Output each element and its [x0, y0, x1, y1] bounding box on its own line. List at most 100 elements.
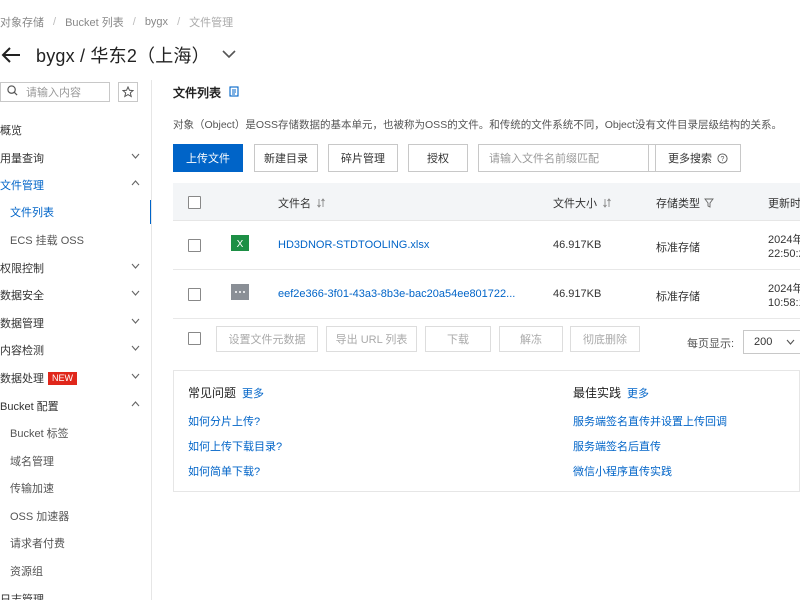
sidebar-item-data-security[interactable]: 数据安全 — [0, 284, 150, 306]
sidebar-item-data-management[interactable]: 数据管理 — [0, 312, 150, 334]
more-search-button[interactable]: 更多搜索 ? — [655, 144, 741, 172]
faq-title: 常见问题 — [188, 386, 237, 400]
sidebar-item-label: 用量查询 — [0, 153, 44, 165]
sidebar-item-bucket-tags[interactable]: Bucket 标签 — [0, 422, 150, 444]
breadcrumb-item-bucket-list[interactable]: Bucket 列表 — [65, 14, 124, 30]
page-header: bygx / 华东2（上海） — [0, 42, 236, 68]
row-checkbox[interactable] — [188, 288, 201, 301]
sidebar-item-file-list[interactable]: 文件列表 — [0, 201, 150, 223]
updated-time: 22:50:2 — [768, 248, 800, 260]
best-practice-more-link[interactable]: 更多 — [627, 385, 649, 401]
breadcrumb: 对象存储 / Bucket 列表 / bygx / 文件管理 — [0, 14, 233, 30]
breadcrumb-separator: / — [53, 16, 57, 28]
page-size-value: 200 — [754, 336, 773, 348]
sidebar-item-log-management[interactable]: 日志管理 — [0, 588, 150, 600]
sidebar-item-label: 数据管理 — [0, 318, 44, 330]
sidebar: 请输入内容 概览 用量查询 文件管理 文件列表 ECS 挂载 OSS 权限控制 … — [0, 80, 152, 600]
best-practice-link[interactable]: 服务端签名直传并设置上传回调 — [573, 413, 727, 429]
column-header-updated[interactable]: 更新时 — [768, 195, 800, 211]
sort-icon — [317, 198, 325, 208]
chevron-up-icon — [131, 180, 140, 186]
table-row[interactable]: eef2e366-3f01-43a3-8b3e-bac20a54ee801722… — [173, 270, 800, 319]
file-search-input[interactable]: 请输入文件名前缀匹配 — [478, 144, 649, 172]
sidebar-item-label: 日志管理 — [0, 594, 44, 600]
sidebar-item-overview[interactable]: 概览 — [0, 119, 150, 141]
chevron-down-icon — [131, 263, 140, 269]
new-directory-button[interactable]: 新建目录 — [254, 144, 318, 172]
upload-button[interactable]: 上传文件 — [173, 144, 243, 172]
export-url-button[interactable]: 导出 URL 列表 — [326, 326, 417, 352]
table-header: 文件名 文件大小 存储类型 更新时 — [173, 183, 800, 221]
sidebar-item-domain[interactable]: 域名管理 — [0, 450, 150, 472]
star-icon[interactable] — [118, 82, 138, 102]
page-title: bygx / 华东2（上海） — [36, 46, 210, 66]
faq-link[interactable]: 如何上传下载目录? — [188, 438, 282, 454]
batch-select-checkbox[interactable] — [188, 332, 201, 345]
sidebar-item-requester-pays[interactable]: 请求者付费 — [0, 532, 150, 554]
faq-more-link[interactable]: 更多 — [242, 385, 264, 401]
section-title-text: 文件列表 — [173, 86, 222, 100]
sidebar-item-label: ECS 挂载 OSS — [10, 235, 84, 247]
breadcrumb-separator: / — [177, 16, 181, 28]
set-metadata-button[interactable]: 设置文件元数据 — [216, 326, 318, 352]
authorize-button[interactable]: 授权 — [408, 144, 468, 172]
sidebar-item-label: 文件列表 — [10, 207, 54, 219]
download-button[interactable]: 下载 — [425, 326, 491, 352]
sidebar-search-input[interactable]: 请输入内容 — [0, 82, 110, 102]
breadcrumb-item-bucket[interactable]: bygx — [145, 16, 168, 28]
updated-date: 2024年 — [768, 234, 800, 246]
breadcrumb-item-oss[interactable]: 对象存储 — [0, 14, 44, 30]
more-search-label: 更多搜索 — [668, 153, 712, 165]
sidebar-item-usage[interactable]: 用量查询 — [0, 147, 150, 169]
sidebar-item-label: Bucket 配置 — [0, 401, 59, 413]
chevron-down-icon — [131, 153, 140, 159]
file-search-placeholder: 请输入文件名前缀匹配 — [489, 153, 599, 165]
file-name-link[interactable]: eef2e366-3f01-43a3-8b3e-bac20a54ee801722… — [278, 288, 515, 300]
column-header-size[interactable]: 文件大小 — [553, 195, 611, 211]
sidebar-item-file-management[interactable]: 文件管理 — [0, 174, 150, 196]
delete-button[interactable]: 彻底删除 — [570, 326, 640, 352]
row-checkbox[interactable] — [188, 239, 201, 252]
file-name-link[interactable]: HD3DNOR-STDTOOLING.xlsx — [278, 239, 429, 251]
sidebar-item-data-processing[interactable]: 数据处理 NEW — [0, 367, 150, 389]
fragment-management-button[interactable]: 碎片管理 — [328, 144, 398, 172]
generic-file-icon — [231, 284, 249, 300]
sidebar-item-label: 数据安全 — [0, 290, 44, 302]
sidebar-item-ecs-mount[interactable]: ECS 挂载 OSS — [0, 229, 150, 251]
unfreeze-button[interactable]: 解冻 — [499, 326, 563, 352]
active-indicator — [150, 200, 151, 224]
best-practice-link[interactable]: 微信小程序直传实践 — [573, 463, 672, 479]
select-all-checkbox[interactable] — [188, 196, 201, 209]
document-icon[interactable] — [229, 85, 239, 100]
chevron-down-icon[interactable] — [222, 49, 236, 62]
page-size-select[interactable]: 200 — [743, 330, 800, 354]
sidebar-item-content-detection[interactable]: 内容检测 — [0, 339, 150, 361]
help-panel: 常见问题 更多 如何分片上传? 如何上传下载目录? 如何简单下载? 最佳实践 更… — [173, 370, 800, 492]
sidebar-item-transfer-accel[interactable]: 传输加速 — [0, 477, 150, 499]
sidebar-item-access-control[interactable]: 权限控制 — [0, 257, 150, 279]
best-practice-title: 最佳实践 — [573, 386, 622, 400]
updated-time: 10:58:1 — [768, 297, 800, 309]
sidebar-search-placeholder: 请输入内容 — [26, 87, 81, 99]
back-arrow-icon[interactable] — [0, 45, 22, 65]
sidebar-item-resource-group[interactable]: 资源组 — [0, 560, 150, 582]
storage-type: 标准存储 — [656, 242, 700, 254]
faq-link[interactable]: 如何简单下载? — [188, 463, 260, 479]
excel-file-icon: X — [231, 235, 249, 251]
table-row[interactable]: X HD3DNOR-STDTOOLING.xlsx 46.917KB 标准存储 … — [173, 221, 800, 270]
sort-icon — [603, 198, 611, 208]
column-header-storage[interactable]: 存储类型 — [656, 195, 714, 211]
sidebar-item-label: 权限控制 — [0, 263, 44, 275]
sidebar-item-label: 数据处理 — [0, 373, 44, 385]
column-header-label: 文件大小 — [553, 198, 597, 210]
best-practice-link[interactable]: 服务端签名后直传 — [573, 438, 661, 454]
sidebar-item-oss-accelerator[interactable]: OSS 加速器 — [0, 505, 150, 527]
sidebar-item-label: OSS 加速器 — [10, 511, 70, 523]
breadcrumb-item-current: 文件管理 — [189, 17, 234, 29]
column-header-name[interactable]: 文件名 — [278, 195, 325, 211]
column-header-label: 存储类型 — [656, 198, 700, 210]
chevron-up-icon — [131, 401, 140, 407]
faq-link[interactable]: 如何分片上传? — [188, 413, 260, 429]
sidebar-item-bucket-config[interactable]: Bucket 配置 — [0, 395, 150, 417]
updated-date: 2024年 — [768, 283, 800, 295]
